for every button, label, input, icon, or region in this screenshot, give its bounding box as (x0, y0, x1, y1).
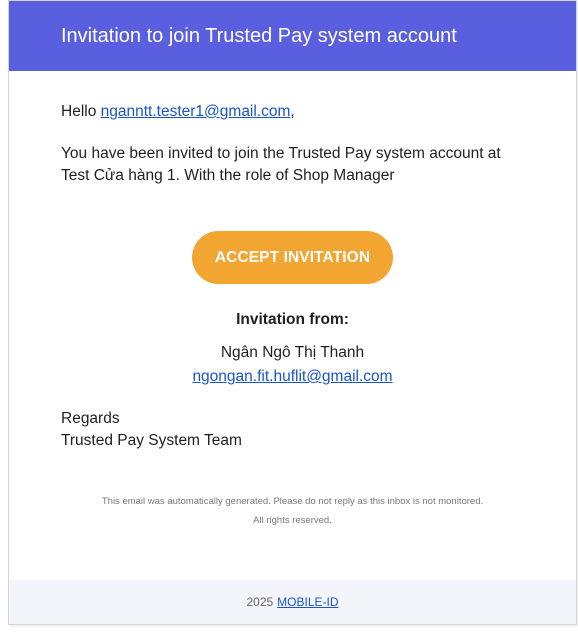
greeting-suffix: , (290, 103, 295, 120)
footer-brand-link[interactable]: MOBILE-ID (277, 595, 338, 609)
signoff: Regards Trusted Pay System Team (61, 408, 524, 452)
disclaimer-line-1: This email was automatically generated. … (101, 496, 484, 507)
disclaimer-line-2: All rights reserved. (253, 515, 332, 526)
disclaimer: This email was automatically generated. … (61, 492, 524, 530)
footer-year: 2025 (246, 595, 274, 609)
recipient-email-link[interactable]: nganntt.tester1@gmail.com (101, 103, 291, 120)
email-footer: 2025 MOBILE-ID (9, 580, 576, 624)
accept-invitation-button[interactable]: ACCEPT INVITATION (191, 231, 394, 284)
email-title: Invitation to join Trusted Pay system ac… (61, 24, 457, 47)
accept-button-container: ACCEPT INVITATION (61, 231, 524, 284)
greeting-prefix: Hello (61, 103, 101, 120)
regards-text: Regards (61, 410, 120, 427)
inviter-block: Invitation from: Ngân Ngô Thị Thanh ngon… (61, 309, 524, 388)
inviter-email-link[interactable]: ngongan.fit.huflit@gmail.com (192, 368, 392, 385)
inviter-heading: Invitation from: (236, 311, 349, 328)
greeting: Hello nganntt.tester1@gmail.com, (61, 101, 524, 123)
invitation-message: You have been invited to join the Truste… (61, 145, 501, 184)
inviter-name: Ngân Ngô Thị Thanh (220, 344, 365, 361)
email-body: Hello nganntt.tester1@gmail.com, You hav… (9, 71, 576, 530)
team-name: Trusted Pay System Team (61, 432, 242, 449)
email-header: Invitation to join Trusted Pay system ac… (9, 1, 576, 71)
email-card: Invitation to join Trusted Pay system ac… (8, 0, 577, 625)
